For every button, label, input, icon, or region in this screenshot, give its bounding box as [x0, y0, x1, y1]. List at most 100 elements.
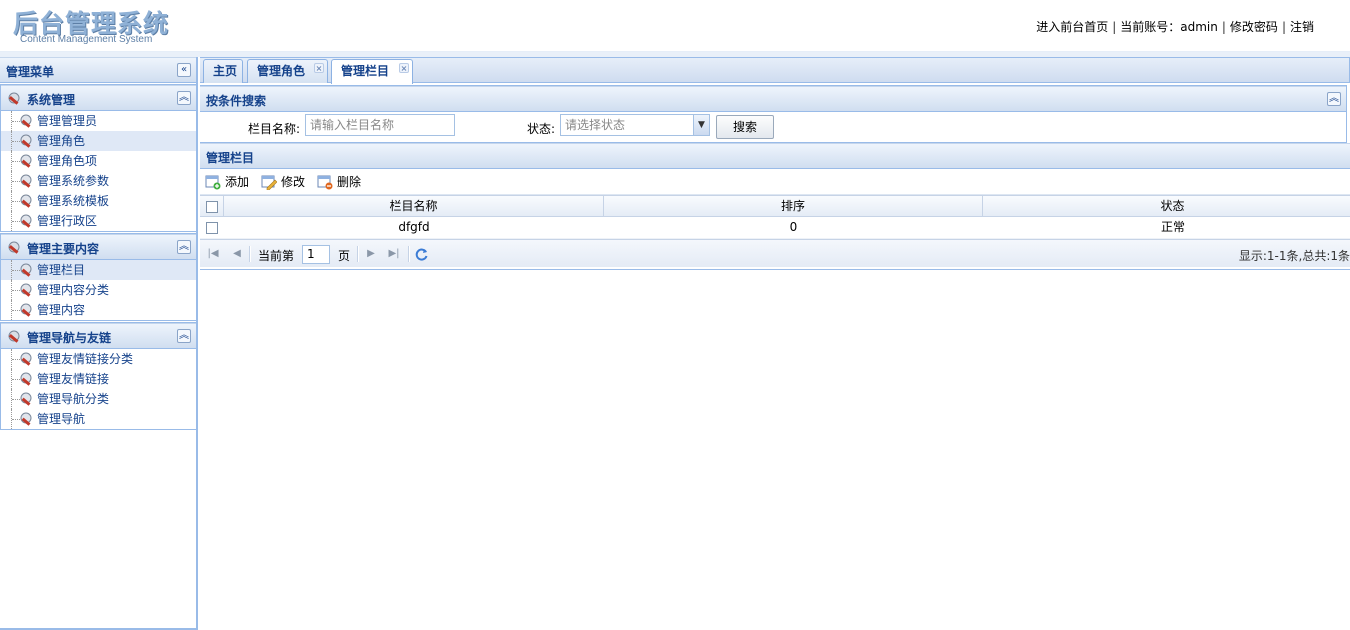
menu-group-title: 管理主要内容	[27, 242, 100, 256]
sidebar-item-nav-categories[interactable]: 管理导航分类	[1, 389, 196, 409]
wrench-icon	[20, 214, 32, 228]
header-checkbox-cell	[200, 196, 224, 218]
double-chevron-up-icon[interactable]: ︽	[1327, 92, 1341, 106]
tab-manage-roles[interactable]: 管理角色 ×	[247, 59, 328, 83]
wrench-icon	[20, 134, 32, 148]
grid-header-row: 栏目名称 排序 状态	[200, 195, 1350, 218]
double-chevron-up-icon[interactable]: ︽	[177, 329, 191, 343]
row-checkbox-cell	[200, 217, 224, 239]
wrench-icon	[20, 412, 32, 426]
sidebar-item-label: 管理内容	[37, 303, 86, 317]
close-icon[interactable]: ×	[314, 63, 324, 73]
tab-label: 管理角色	[257, 64, 306, 78]
pager-separator	[357, 246, 359, 262]
sidebar-item-roles[interactable]: 管理角色	[1, 131, 196, 151]
page-number-input[interactable]: 1	[302, 245, 330, 264]
search-panel: 按条件搜索 ︽ 栏目名称: 请输入栏目名称 状态: 请选择状态 ▼ 搜索	[200, 85, 1347, 143]
wrench-icon	[8, 330, 20, 343]
wrench-icon	[20, 372, 32, 386]
column-header-name[interactable]: 栏目名称	[224, 196, 604, 218]
double-chevron-up-icon[interactable]: ︽	[177, 91, 191, 105]
grid-panel-header: 管理栏目	[200, 143, 1350, 169]
menu-group-title: 管理导航与友链	[27, 331, 112, 345]
main-content: 主页 管理角色 × 管理栏目 × 按条件搜索 ︽ 栏目名称: 请输入栏目名称 状态:…	[200, 57, 1350, 630]
first-page-icon[interactable]: |◀	[206, 247, 220, 261]
wrench-icon	[20, 392, 32, 406]
wrench-icon	[8, 92, 20, 105]
column-header-order[interactable]: 排序	[604, 196, 983, 218]
menu-group-nav-links: 管理导航与友链 ︽ 管理友情链接分类 管理友情链接 管理导航分类 管理导航	[0, 322, 196, 430]
tab-bar: 主页 管理角色 × 管理栏目 ×	[200, 57, 1350, 84]
tab-home[interactable]: 主页	[203, 59, 243, 83]
pager-separator	[249, 246, 251, 262]
sidebar-item-link-categories[interactable]: 管理友情链接分类	[1, 349, 196, 369]
sidebar-item-navs[interactable]: 管理导航	[1, 409, 196, 429]
link-separator: |	[1221, 20, 1226, 34]
sidebar-item-label: 管理友情链接分类	[37, 352, 134, 366]
link-logout[interactable]: 注销	[1290, 20, 1314, 34]
double-chevron-left-icon[interactable]: «	[177, 63, 191, 77]
edit-label: 修改	[281, 175, 306, 189]
pager-current-label: 当前第	[258, 249, 295, 263]
chevron-down-icon[interactable]: ▼	[693, 115, 709, 135]
tab-manage-columns[interactable]: 管理栏目 ×	[331, 59, 413, 84]
delete-button[interactable]: 删除	[317, 173, 361, 191]
double-chevron-up-icon[interactable]: ︽	[177, 240, 191, 254]
pager-page-label: 页	[338, 249, 351, 263]
name-label: 栏目名称:	[248, 122, 301, 136]
sidebar-item-label: 管理角色项	[37, 154, 98, 168]
top-header: 后台管理系统 Content Management System 进入前台首页 |…	[0, 0, 1350, 52]
edit-button[interactable]: 修改	[261, 173, 305, 191]
table-row[interactable]: dfgfd 0 正常	[200, 217, 1350, 239]
sidebar-item-system-templates[interactable]: 管理系统模板	[1, 191, 196, 211]
status-select[interactable]: 请选择状态 ▼	[560, 114, 710, 136]
sidebar-item-columns[interactable]: 管理栏目	[1, 260, 196, 280]
next-page-icon[interactable]: ▶	[364, 247, 378, 261]
search-panel-title: 按条件搜索	[206, 94, 267, 108]
wrench-icon	[20, 154, 32, 168]
status-label: 状态:	[527, 122, 556, 136]
sidebar-item-admins[interactable]: 管理管理员	[1, 111, 196, 131]
menu-group-header[interactable]: 管理主要内容 ︽	[1, 234, 196, 260]
add-label: 添加	[225, 175, 250, 189]
search-form: 栏目名称: 请输入栏目名称 状态: 请选择状态 ▼ 搜索	[200, 112, 1346, 142]
sidebar-item-label: 管理系统模板	[37, 194, 110, 208]
wrench-icon	[20, 303, 32, 317]
search-button[interactable]: 搜索	[716, 115, 774, 139]
sidebar-item-label: 管理系统参数	[37, 174, 110, 188]
sidebar-title: 管理菜单	[6, 65, 55, 79]
close-icon[interactable]: ×	[399, 63, 409, 73]
sidebar-item-regions[interactable]: 管理行政区	[1, 211, 196, 231]
column-header-status[interactable]: 状态	[983, 196, 1350, 218]
menu-group-header[interactable]: 管理导航与友链 ︽	[1, 323, 196, 349]
search-panel-header: 按条件搜索 ︽	[200, 86, 1346, 112]
sidebar-item-role-items[interactable]: 管理角色项	[1, 151, 196, 171]
sidebar-item-system-params[interactable]: 管理系统参数	[1, 171, 196, 191]
link-frontend-home[interactable]: 进入前台首页	[1036, 20, 1108, 34]
wrench-icon	[20, 114, 32, 128]
delete-label: 删除	[337, 175, 362, 189]
sidebar-item-label: 管理内容分类	[37, 283, 110, 297]
add-button[interactable]: 添加	[205, 173, 249, 191]
menu-group-header[interactable]: 系统管理 ︽	[1, 85, 196, 111]
sidebar-item-label: 管理栏目	[37, 263, 86, 277]
refresh-icon[interactable]	[415, 247, 429, 261]
prev-page-icon[interactable]: ◀	[230, 247, 244, 261]
sidebar-item-label: 管理导航	[37, 412, 86, 426]
menu-group-title: 系统管理	[27, 93, 76, 107]
select-all-checkbox[interactable]	[206, 201, 218, 213]
last-page-icon[interactable]: ▶|	[387, 247, 401, 261]
sidebar-item-contents[interactable]: 管理内容	[1, 300, 196, 320]
delete-icon	[317, 175, 333, 190]
sidebar-item-links[interactable]: 管理友情链接	[1, 369, 196, 389]
link-change-password[interactable]: 修改密码	[1230, 20, 1278, 34]
row-checkbox[interactable]	[206, 222, 218, 234]
sidebar-item-label: 管理角色	[37, 134, 86, 148]
wrench-icon	[20, 263, 32, 277]
sidebar-item-label: 管理导航分类	[37, 392, 110, 406]
wrench-icon	[20, 194, 32, 208]
pager-separator	[408, 246, 410, 262]
column-name-input[interactable]: 请输入栏目名称	[305, 114, 455, 136]
status-select-value: 请选择状态	[565, 118, 626, 132]
sidebar-item-content-categories[interactable]: 管理内容分类	[1, 280, 196, 300]
